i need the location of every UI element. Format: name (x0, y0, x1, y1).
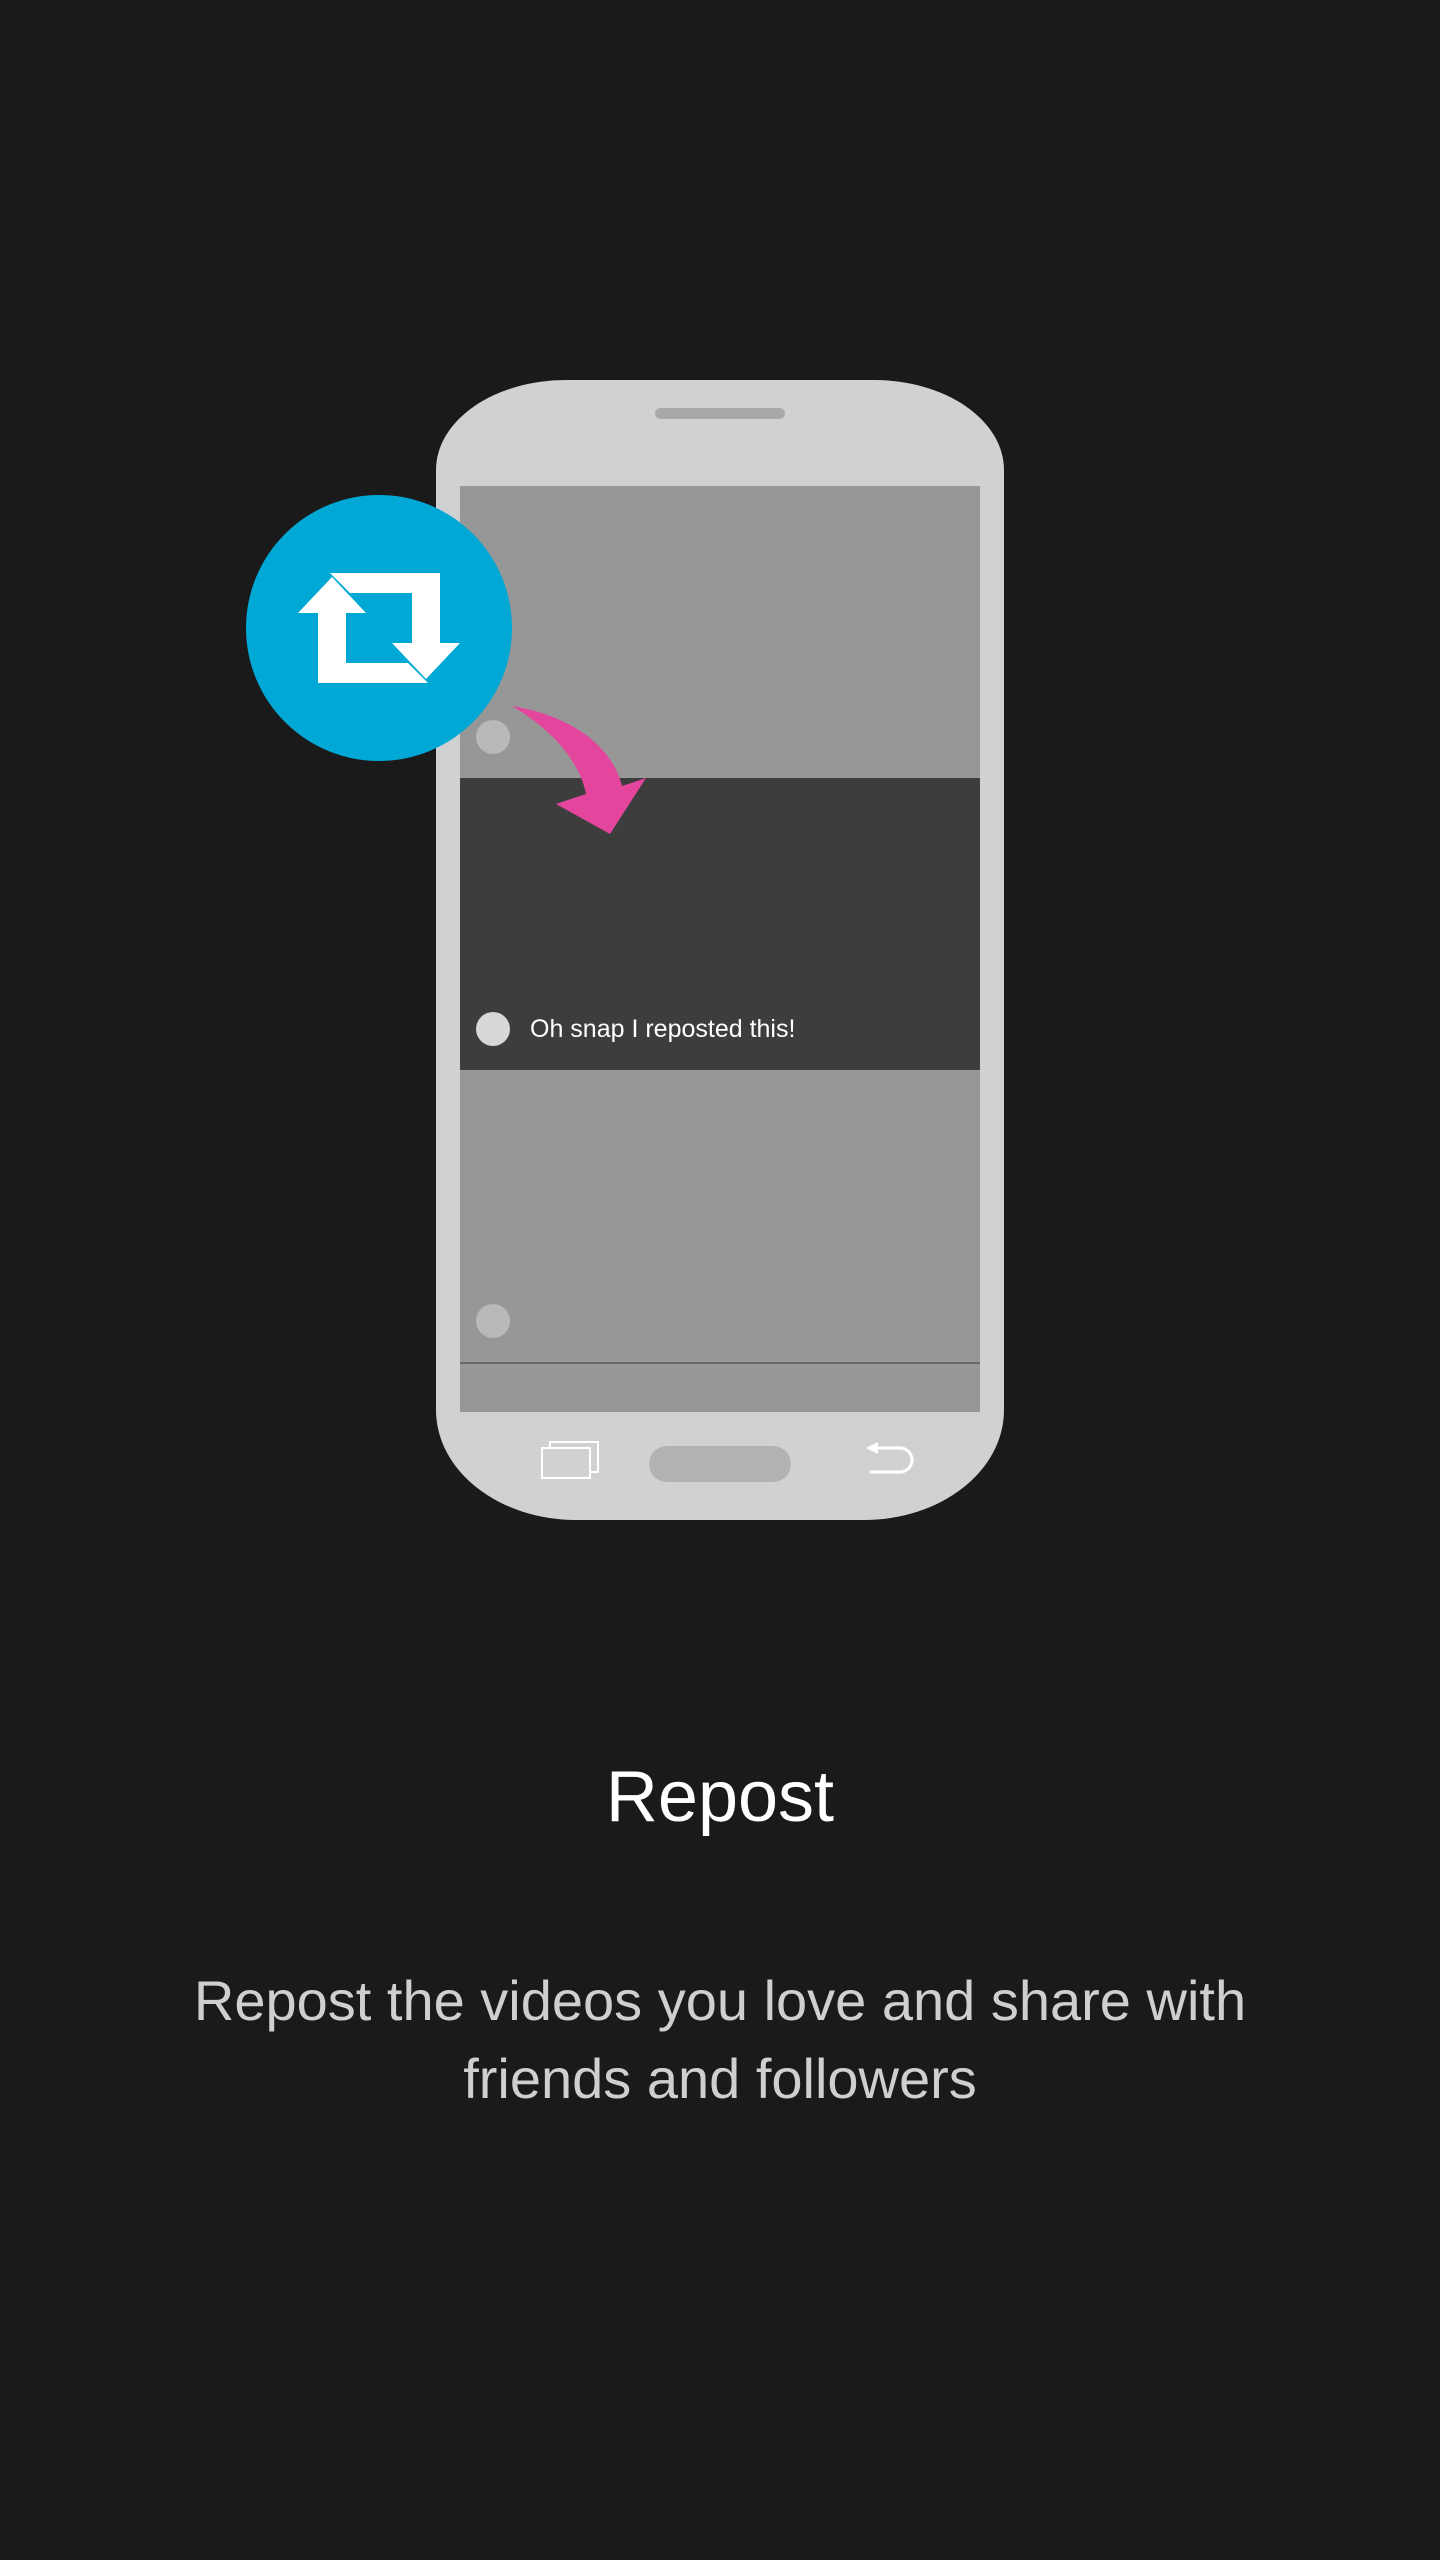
avatar (476, 1304, 510, 1338)
repost-icon (298, 573, 460, 683)
avatar (476, 1012, 510, 1046)
phone-illustration: Oh snap I reposted this! (436, 380, 1004, 1520)
repost-arrow-icon (512, 706, 646, 834)
page-title: Repost (605, 1757, 835, 1837)
recent-apps-icon (541, 1441, 599, 1479)
page-description: Repost the videos you love and share wit… (193, 1969, 1247, 2110)
phone-speaker (655, 408, 785, 419)
onboarding-screen: Oh snap I reposted this! Repost Repost t… (0, 0, 1440, 2560)
divider (460, 1362, 980, 1364)
feed-post (460, 1070, 980, 1362)
post-caption: Oh snap I reposted this! (530, 1015, 796, 1043)
home-button (649, 1446, 791, 1482)
back-icon (866, 1442, 914, 1474)
repost-badge (246, 495, 512, 761)
phone-screen: Oh snap I reposted this! (460, 486, 980, 1412)
